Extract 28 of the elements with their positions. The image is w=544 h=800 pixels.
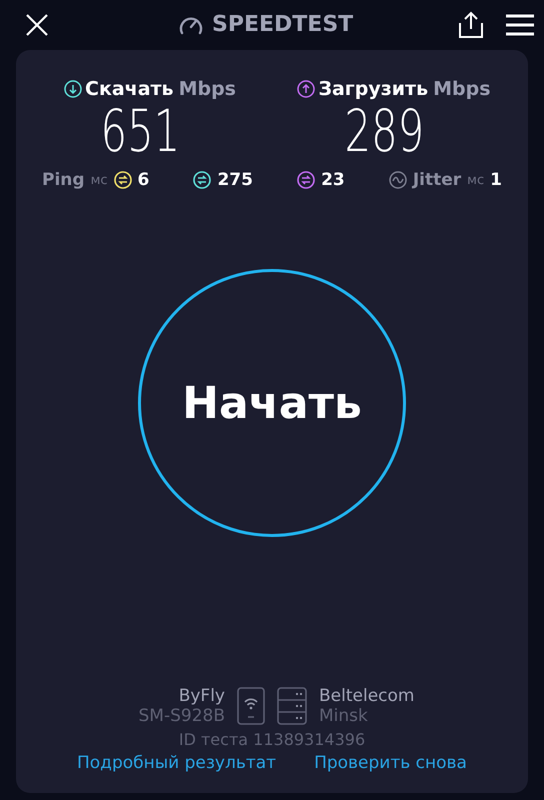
share-icon[interactable] [458, 11, 484, 39]
server-city: Minsk [319, 706, 369, 726]
stat-value: 23 [321, 170, 345, 190]
menu-icon[interactable] [506, 14, 534, 36]
result-label: Загрузить [318, 78, 428, 100]
unit-label: мс [90, 172, 108, 188]
stat-label: Jitter [412, 170, 462, 190]
speed-value: 651 [100, 100, 180, 162]
server-name: Beltelecom [319, 686, 416, 706]
unit-label: мс [467, 172, 484, 188]
close-icon[interactable] [24, 12, 50, 38]
link[interactable]: Подробный результат [77, 753, 276, 773]
speed-value: 289 [344, 100, 424, 162]
stat-value: 6 [138, 170, 150, 190]
stat-value: 1 [490, 170, 502, 190]
stat-label: Ping [42, 170, 85, 190]
test-id: ID теста 11389314396 [178, 730, 366, 749]
unit-label: Mbps [178, 78, 236, 100]
server-icon [277, 687, 307, 725]
link[interactable]: Проверить снова [314, 753, 467, 773]
device-name: SM-S928B [138, 706, 225, 726]
app-title: SPEEDTEST [212, 12, 354, 37]
stat-value: 275 [217, 170, 253, 190]
start-button[interactable]: Начать [138, 269, 406, 537]
result-label: Скачать [85, 78, 174, 100]
unit-label: Mbps [433, 78, 491, 100]
provider-name: ByFly [178, 686, 225, 706]
phone-wifi-icon [237, 687, 265, 725]
